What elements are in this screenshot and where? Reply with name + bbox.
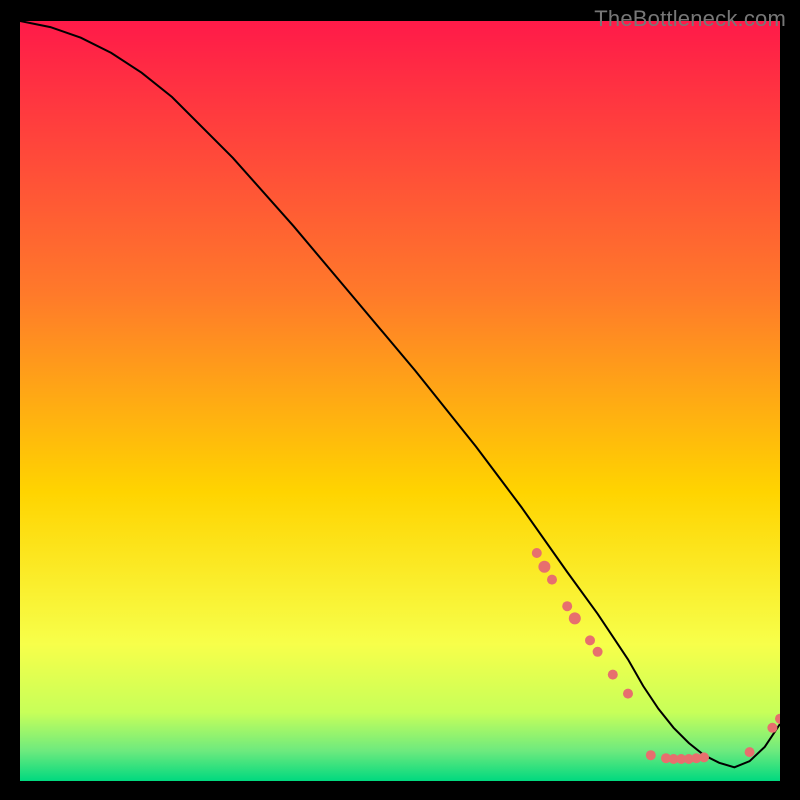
data-point — [623, 689, 633, 699]
data-point — [646, 750, 656, 760]
data-point — [745, 747, 755, 757]
data-point — [608, 670, 618, 680]
watermark-text: TheBottleneck.com — [594, 6, 786, 32]
chart-container: TheBottleneck.com — [0, 0, 800, 800]
data-point — [593, 647, 603, 657]
data-point — [767, 723, 777, 733]
data-point — [569, 612, 581, 624]
data-point — [538, 561, 550, 573]
data-point — [547, 575, 557, 585]
data-point — [585, 635, 595, 645]
plot-svg — [20, 21, 780, 781]
plot-frame — [20, 21, 780, 781]
plot-background — [20, 21, 780, 781]
data-point — [699, 752, 709, 762]
data-point — [562, 601, 572, 611]
data-point — [532, 548, 542, 558]
